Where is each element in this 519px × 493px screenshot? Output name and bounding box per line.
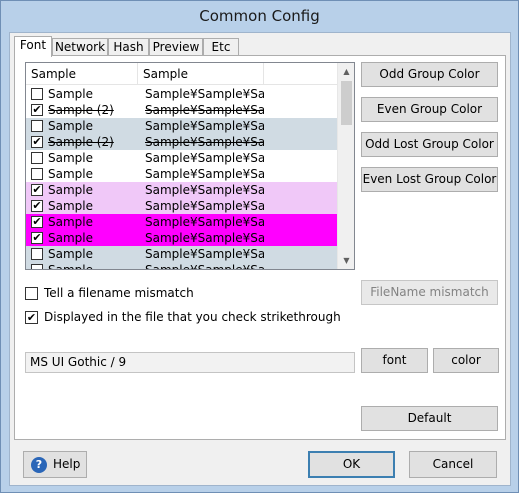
help-icon: ?: [31, 457, 47, 473]
even-group-color-button[interactable]: Even Group Color: [361, 97, 498, 122]
column-header-path[interactable]: Sample: [138, 63, 264, 85]
list-item-name: Sample: [48, 119, 93, 133]
tab-etc[interactable]: Etc: [203, 38, 239, 56]
list-item-name: Sample: [48, 151, 93, 165]
font-display-field: MS UI Gothic / 9: [25, 352, 355, 373]
list-item-checkbox[interactable]: [31, 264, 43, 269]
list-item[interactable]: ✔ Sample (2) Sample¥Sample¥Sa...: [26, 102, 337, 118]
list-item-checkbox[interactable]: [31, 88, 43, 100]
tab-preview[interactable]: Preview: [149, 38, 203, 56]
scroll-down-arrow-icon[interactable]: ▼: [338, 252, 354, 269]
list-vertical-scrollbar[interactable]: ▲ ▼: [337, 63, 354, 269]
list-item[interactable]: Sample Sample¥Sample¥Sa...: [26, 262, 337, 270]
tab-network[interactable]: Network: [52, 38, 108, 56]
list-item-path: Sample¥Sample¥Sa...: [145, 215, 264, 229]
list-item-checkbox[interactable]: [31, 120, 43, 132]
list-item-checkbox[interactable]: ✔: [31, 216, 43, 228]
list-item-checkbox[interactable]: ✔: [31, 200, 43, 212]
list-item-name: Sample: [48, 199, 93, 213]
list-header: Sample Sample: [26, 63, 337, 85]
tab-hash[interactable]: Hash: [108, 38, 149, 56]
font-tab-panel: Sample Sample Sample Sample¥Sample¥Sa... ✔…: [14, 55, 506, 440]
list-item-checkbox[interactable]: [31, 248, 43, 260]
list-item-checkbox[interactable]: ✔: [31, 184, 43, 196]
sample-list[interactable]: Sample Sample Sample Sample¥Sample¥Sa... ✔…: [25, 62, 355, 270]
filename-mismatch-button[interactable]: FileName mismatch: [361, 280, 498, 305]
list-item-path: Sample¥Sample¥Sa...: [145, 231, 264, 245]
ok-button[interactable]: OK: [308, 451, 395, 478]
font-button[interactable]: font: [361, 348, 428, 373]
list-item[interactable]: Sample Sample¥Sample¥Sa...: [26, 118, 337, 134]
list-item-path: Sample¥Sample¥Sa...: [145, 199, 264, 213]
default-button[interactable]: Default: [361, 406, 498, 431]
list-item-checkbox[interactable]: ✔: [31, 136, 43, 148]
list-item-path: Sample¥Sample¥Sa...: [145, 263, 264, 270]
scroll-up-arrow-icon[interactable]: ▲: [338, 63, 354, 80]
list-item-checkbox[interactable]: ✔: [31, 104, 43, 116]
window-title: Common Config: [199, 7, 320, 25]
list-item[interactable]: Sample Sample¥Sample¥Sa...: [26, 246, 337, 262]
list-item-checkbox[interactable]: ✔: [31, 232, 43, 244]
strikethrough-label[interactable]: Displayed in the file that you check str…: [44, 309, 341, 325]
list-item-name: Sample (2): [48, 135, 114, 149]
color-button[interactable]: color: [433, 348, 499, 373]
list-item[interactable]: ✔ Sample Sample¥Sample¥Sa...: [26, 214, 337, 230]
list-item[interactable]: Sample Sample¥Sample¥Sa...: [26, 166, 337, 182]
tell-mismatch-label[interactable]: Tell a filename mismatch: [44, 285, 194, 301]
window-client-area: Font Network Hash Preview Etc Sample Sam…: [9, 32, 511, 486]
list-item-name: Sample: [48, 247, 93, 261]
list-item[interactable]: Sample Sample¥Sample¥Sa...: [26, 150, 337, 166]
list-item-name: Sample: [48, 215, 93, 229]
list-item-path: Sample¥Sample¥Sa...: [145, 183, 264, 197]
list-item-checkbox[interactable]: [31, 168, 43, 180]
odd-lost-group-color-button[interactable]: Odd Lost Group Color: [361, 132, 498, 157]
config-window: Common Config Font Network Hash Preview …: [0, 0, 519, 493]
list-item-name: Sample: [48, 87, 93, 101]
list-item[interactable]: ✔ Sample Sample¥Sample¥Sa...: [26, 230, 337, 246]
list-item[interactable]: Sample Sample¥Sample¥Sa...: [26, 86, 337, 102]
list-item[interactable]: ✔ Sample Sample¥Sample¥Sa...: [26, 182, 337, 198]
list-item-path: Sample¥Sample¥Sa...: [145, 247, 264, 261]
odd-group-color-button[interactable]: Odd Group Color: [361, 62, 498, 87]
list-item-path: Sample¥Sample¥Sa...: [145, 167, 264, 181]
list-item[interactable]: ✔ Sample (2) Sample¥Sample¥Sa...: [26, 134, 337, 150]
list-item-name: Sample (2): [48, 103, 114, 117]
list-item-checkbox[interactable]: [31, 152, 43, 164]
list-item-path: Sample¥Sample¥Sa...: [145, 87, 264, 101]
help-button-label: Help: [53, 457, 81, 471]
scroll-thumb[interactable]: [341, 81, 352, 125]
even-lost-group-color-button[interactable]: Even Lost Group Color: [361, 167, 498, 192]
list-item-path: Sample¥Sample¥Sa...: [145, 135, 264, 149]
list-item-name: Sample: [48, 183, 93, 197]
cancel-button[interactable]: Cancel: [409, 451, 497, 478]
tab-font[interactable]: Font: [14, 36, 52, 57]
list-item-path: Sample¥Sample¥Sa...: [145, 103, 264, 117]
list-item[interactable]: ✔ Sample Sample¥Sample¥Sa...: [26, 198, 337, 214]
tell-mismatch-checkbox[interactable]: [25, 287, 38, 300]
list-item-name: Sample: [48, 263, 93, 270]
list-item-name: Sample: [48, 231, 93, 245]
list-item-path: Sample¥Sample¥Sa...: [145, 151, 264, 165]
list-item-path: Sample¥Sample¥Sa...: [145, 119, 264, 133]
list-item-name: Sample: [48, 167, 93, 181]
strikethrough-checkbox[interactable]: ✔: [25, 311, 38, 324]
column-header-name[interactable]: Sample: [26, 63, 138, 85]
help-button[interactable]: ? Help: [23, 451, 87, 478]
